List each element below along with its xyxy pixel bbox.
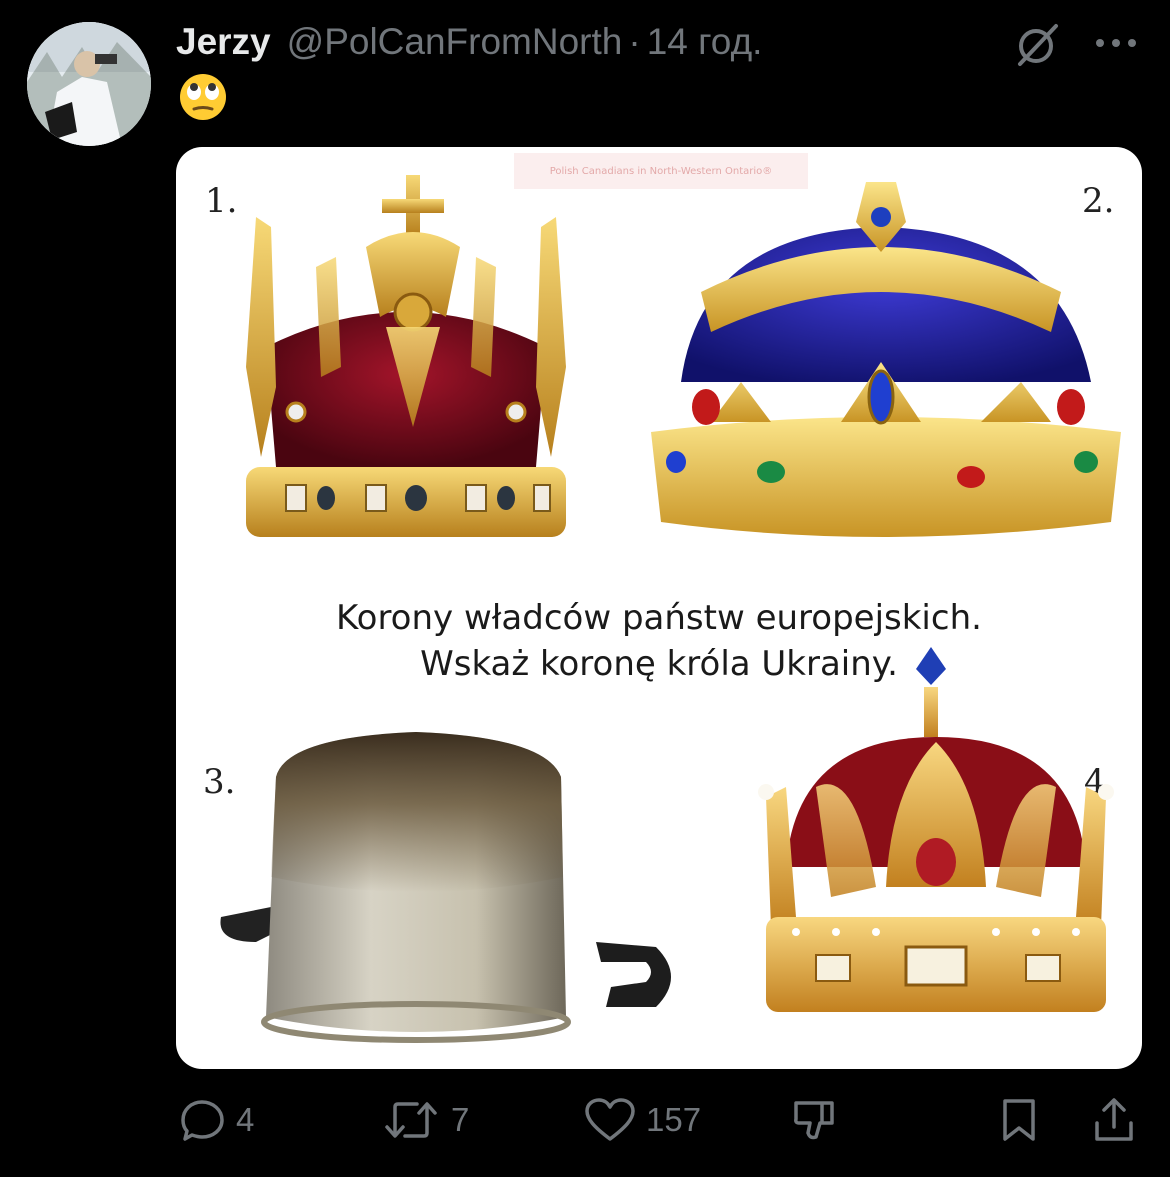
eye-roll-emoji: 🙄 <box>178 72 228 122</box>
crown-2-image <box>641 172 1141 557</box>
caption-line-1: Korony władców państw europejskich. <box>336 598 982 638</box>
more-icon[interactable] <box>1093 28 1139 58</box>
action-bar: 4 7 157 <box>0 1095 1170 1145</box>
author-handle[interactable]: @PolCanFromNorth <box>287 21 623 63</box>
reply-button[interactable]: 4 <box>180 1095 254 1145</box>
like-count: 157 <box>646 1101 702 1138</box>
post-header: Jerzy @PolCanFromNorth · 14 год. <box>176 20 762 64</box>
reply-icon <box>181 1100 224 1141</box>
separator: · <box>628 21 641 62</box>
crown-1-image <box>216 167 596 562</box>
bookmark-icon <box>1003 1099 1035 1141</box>
reply-count: 4 <box>236 1101 255 1138</box>
dislike-icon <box>794 1101 834 1140</box>
author-name[interactable]: Jerzy <box>176 21 271 63</box>
bookmark-button[interactable] <box>1000 1095 1038 1145</box>
repost-icon <box>385 1102 437 1138</box>
dislike-button[interactable] <box>792 1095 838 1145</box>
crown-4-image <box>736 647 1136 1047</box>
repost-button[interactable]: 7 <box>383 1095 469 1145</box>
post-time[interactable]: 14 год. <box>647 21 763 63</box>
grok-icon[interactable] <box>1014 22 1060 68</box>
avatar[interactable] <box>27 22 151 146</box>
post-image[interactable]: Polish Canadians in North-Western Ontari… <box>176 147 1142 1069</box>
like-icon <box>585 1098 635 1141</box>
like-button[interactable]: 157 <box>584 1095 701 1145</box>
share-button[interactable] <box>1093 1095 1135 1145</box>
pot-image <box>216 727 696 1047</box>
repost-count: 7 <box>451 1101 470 1138</box>
share-icon <box>1095 1098 1133 1141</box>
